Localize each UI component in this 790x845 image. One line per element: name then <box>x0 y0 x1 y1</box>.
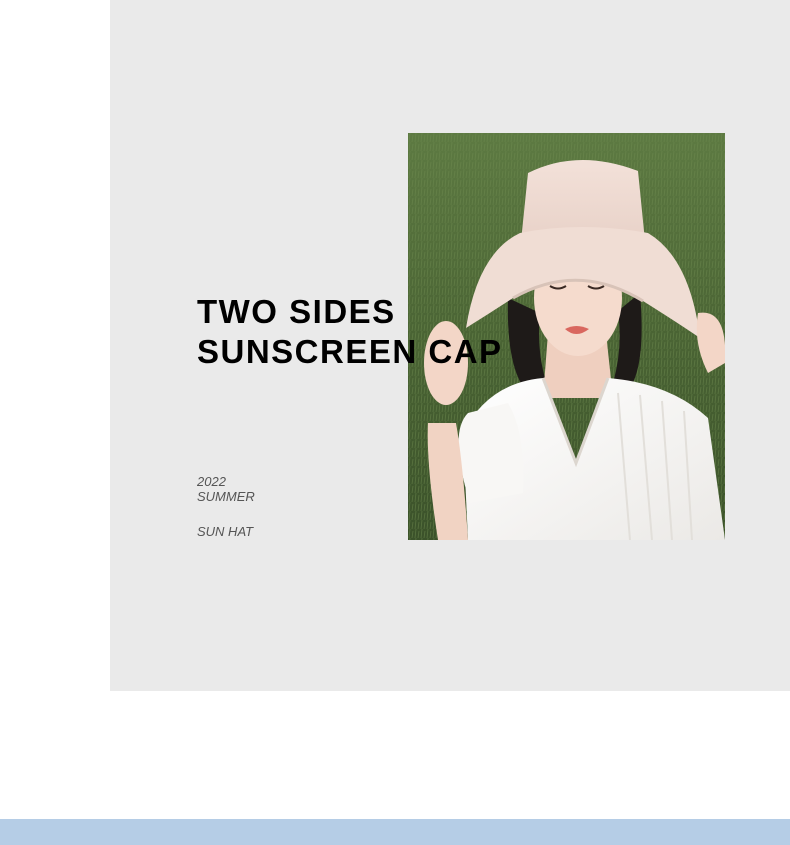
product-type-label: SUN HAT <box>197 524 254 539</box>
product-headline: TWO SIDES SUNSCREEN CAP <box>197 292 503 372</box>
product-banner-page: TWO SIDES SUNSCREEN CAP 2022 SUMMER SUN … <box>0 0 790 845</box>
headline-line-1: TWO SIDES <box>197 293 396 330</box>
next-section-strip <box>0 819 790 845</box>
collection-season: SUMMER <box>197 489 255 504</box>
headline-line-2: SUNSCREEN CAP <box>197 333 503 370</box>
collection-year: 2022 <box>197 474 226 489</box>
